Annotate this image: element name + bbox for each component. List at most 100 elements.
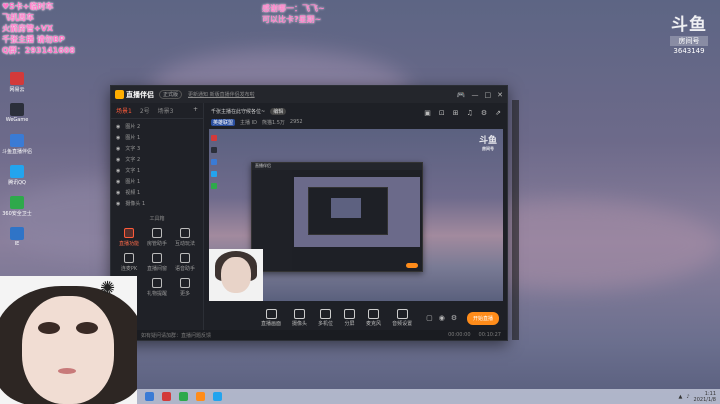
desktop-icon[interactable]: WeGame (4, 101, 30, 132)
record-icon[interactable]: ▣ (424, 109, 431, 117)
category-badge[interactable]: 英雄联盟 (211, 118, 236, 126)
volume-icon[interactable]: ♪ (686, 394, 689, 400)
lock-icon[interactable]: ⊡ (439, 109, 445, 117)
preview-logo-sub: 房间号 (481, 146, 494, 151)
taskbar-app-icon[interactable] (213, 392, 222, 401)
edit-title-button[interactable]: 编辑 (270, 108, 287, 115)
eye-icon[interactable]: ◉ (116, 157, 120, 163)
tray-clock[interactable]: 1:11 2021/1/8 (694, 391, 716, 403)
game-icon[interactable]: 🎮 (457, 91, 466, 99)
overlay-line: 千张主播 请勿BP (2, 35, 65, 44)
status-timers: 00:00:00 00:10:27 (448, 332, 501, 338)
meta-item: 主播 ID (240, 119, 257, 126)
eye-icon[interactable]: ◉ (116, 201, 120, 207)
list-item[interactable]: ◉ 视频 1 (111, 187, 203, 198)
desktop-icon-label: WeGame (5, 117, 29, 123)
room-meta-row: 英雄联盟 主播 ID 熊猫1.5万 2952 (205, 117, 507, 127)
tool-label: 连麦PK (120, 266, 138, 272)
desktop-icon[interactable]: 腾讯QQ (4, 163, 30, 194)
ctrl-label: 麦克风 (366, 321, 382, 327)
window-icon (152, 253, 162, 263)
bell-icon[interactable]: ♫ (467, 109, 473, 117)
screenshot-icon[interactable]: ⊞ (453, 109, 459, 117)
add-scene-icon[interactable]: + (193, 106, 198, 115)
list-item[interactable]: ◉ 摄像头 1 (111, 198, 203, 209)
maximize-icon[interactable]: □ (485, 91, 492, 99)
target-icon[interactable]: ◉ (439, 314, 445, 322)
desktop-icon-label: 网易云 (9, 87, 25, 93)
close-icon[interactable]: ✕ (497, 91, 503, 99)
list-item[interactable]: ◉ 图片 1 (111, 132, 203, 143)
desktop-icon[interactable]: 斗鱼直播伴侣 (2, 132, 32, 163)
more-icon (180, 278, 190, 288)
source-list: ◉ 图片 2 ◉ 图片 1 ◉ 文字 3 ◉ 文字 2 ◉ 文字 1 ◉ 图片 1 ◉ 视频 … (111, 119, 203, 211)
desktop-icons: 网易云 WeGame 斗鱼直播伴侣 腾讯QQ 360安全卫士 IE (2, 70, 32, 256)
version-pill[interactable]: 正式版 (159, 90, 183, 99)
meta-item: 2952 (289, 119, 303, 125)
start-live-button[interactable]: 开始直播 (466, 311, 499, 325)
room-label: 房间号 (670, 36, 708, 46)
tool-window[interactable]: 直播间窗 (143, 253, 171, 272)
camera-icon (294, 309, 306, 319)
ctrl-multi[interactable]: 多机位 (318, 309, 333, 327)
eye-icon[interactable]: ◉ (116, 179, 120, 185)
taskbar-app-icon[interactable] (145, 392, 154, 401)
network-icon[interactable]: ▲ (678, 394, 682, 400)
split-icon (344, 309, 356, 319)
source-label: 图片 1 (125, 135, 141, 141)
eye-icon[interactable]: ◉ (116, 190, 120, 196)
share-icon[interactable]: ⇗ (495, 109, 501, 117)
tool-more[interactable]: 更多 (171, 278, 199, 297)
ctrl-screen[interactable]: 直播画面 (261, 309, 281, 327)
taskbar-app-icon[interactable] (179, 392, 188, 401)
control-bar: 直播画面 摄像头 多机位 分屏 麦克风 音频设置 ▢ ◉ ⚙ 开始直播 (205, 303, 507, 333)
gift-icon (152, 278, 162, 288)
tool-room-admin[interactable]: 房管助手 (143, 228, 171, 247)
settings-icon[interactable]: ⚙ (481, 109, 487, 117)
overlay-line: 感谢哪一：飞飞~ (262, 4, 325, 13)
tool-gift[interactable]: 礼物提醒 (143, 278, 171, 297)
app-icon (211, 159, 217, 165)
minimize-icon[interactable]: — (472, 91, 479, 99)
pk-icon (124, 253, 134, 263)
nested-preview (294, 177, 420, 247)
main-panel: 千张主播在此守候各位~ 编辑 英雄联盟 主播 ID 熊猫1.5万 2952 ▣ … (205, 103, 507, 330)
list-item[interactable]: ◉ 文字 2 (111, 154, 203, 165)
eye-icon[interactable]: ◉ (116, 124, 120, 130)
microphone-icon (368, 309, 380, 319)
list-item[interactable]: ◉ 文字 1 (111, 165, 203, 176)
desktop-icon[interactable]: IE (4, 225, 30, 256)
list-item[interactable]: ◉ 图片 2 (111, 121, 203, 132)
speaker-icon (396, 309, 408, 319)
stream-thanks-text: 感谢哪一：飞飞~ 可以比卡?星期~ (262, 3, 325, 25)
room-title: 千张主播在此守候各位~ (211, 109, 266, 115)
webcam-eye (76, 322, 98, 334)
taskbar-app-icon[interactable] (196, 392, 205, 401)
tool-interact[interactable]: 互动玩法 (171, 228, 199, 247)
tab-scene-3[interactable]: 场景3 (158, 106, 174, 115)
taskbar-app-icon[interactable] (162, 392, 171, 401)
desktop-icon[interactable]: 360安全卫士 (2, 194, 32, 225)
ctrl-label: 直播画面 (261, 321, 282, 327)
tab-scene-2[interactable]: 2号 (140, 106, 150, 115)
update-notice-link[interactable]: 更新通知 新版直播伴侣发布啦 (188, 91, 255, 98)
stream-preview[interactable]: 斗鱼 房间号 直播伴侣 (209, 129, 503, 301)
list-item[interactable]: ◉ 图片 1 (111, 176, 203, 187)
eye-icon[interactable]: ◉ (116, 168, 120, 174)
ctrl-mic[interactable]: 麦克风 (366, 309, 381, 327)
app-icon (211, 171, 217, 177)
eye-icon[interactable]: ◉ (116, 135, 120, 141)
list-item[interactable]: ◉ 文字 3 (111, 143, 203, 154)
ctrl-camera[interactable]: 摄像头 (292, 309, 307, 327)
tool-live[interactable]: 直播功能 (115, 228, 143, 247)
record-icon[interactable]: ▢ (426, 314, 433, 322)
ctrl-audio[interactable]: 音频设置 (392, 309, 412, 327)
tab-scene-1[interactable]: 场景1 (116, 106, 132, 115)
eye-icon[interactable]: ◉ (116, 146, 120, 152)
settings-icon[interactable]: ⚙ (451, 314, 457, 322)
desktop-scrollbar[interactable] (512, 100, 519, 340)
ctrl-split[interactable]: 分屏 (344, 309, 356, 327)
tool-pk[interactable]: 连麦PK (115, 253, 143, 272)
tool-voice[interactable]: 语音助手 (171, 253, 199, 272)
desktop-icon[interactable]: 网易云 (4, 70, 30, 101)
